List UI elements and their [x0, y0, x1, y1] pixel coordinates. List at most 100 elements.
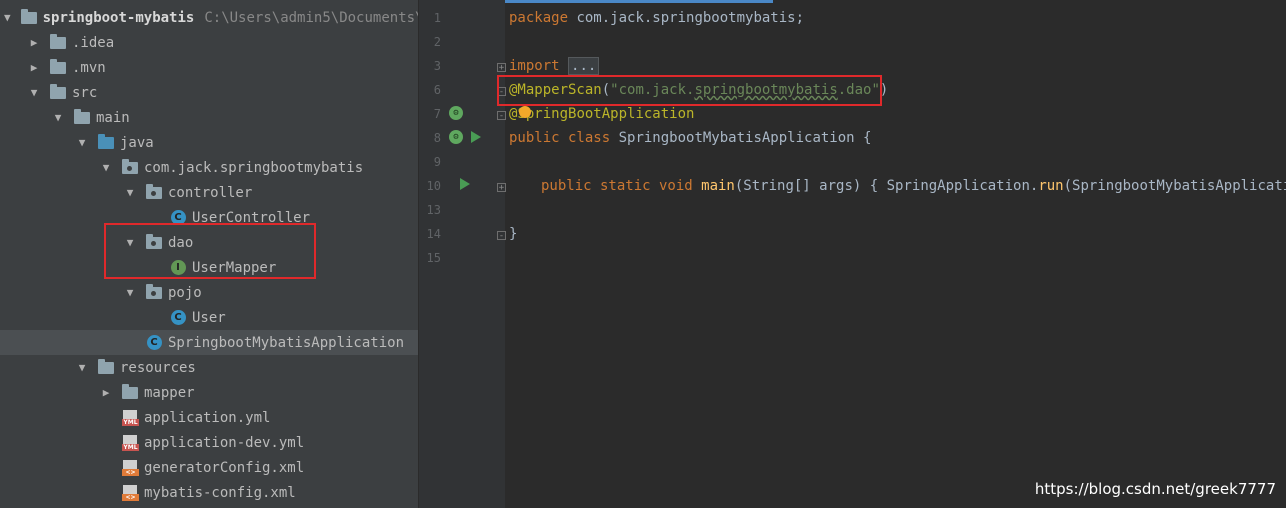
line-number: 6 [433, 83, 441, 97]
folder-icon [50, 33, 66, 51]
spring-bean-icon[interactable]: ⚙ [449, 106, 463, 120]
string-literal: "com.jack. [610, 82, 695, 98]
line-number: 15 [426, 251, 441, 265]
line-number: 14 [426, 227, 441, 241]
chevron-down-icon[interactable]: ▼ [100, 161, 112, 174]
xml-file-icon: <> [122, 484, 139, 501]
folder-icon [98, 358, 114, 376]
tree-item[interactable]: ▼ src [0, 80, 418, 105]
interface-icon: I [170, 260, 186, 276]
project-tree-panel: ▼ springboot-mybatis C:\Users\admin5\Doc… [0, 0, 418, 508]
project-path: C:\Users\admin5\Documents\ [204, 9, 418, 26]
keyword: public class [509, 130, 611, 146]
code-line-14[interactable]: } [509, 222, 517, 246]
chevron-right-icon[interactable]: ▶ [28, 36, 40, 49]
tree-item[interactable]: ▶ .mvn [0, 55, 418, 80]
chevron-down-icon[interactable]: ▼ [52, 111, 64, 124]
tree-item[interactable]: ▶IUserMapper [0, 255, 418, 280]
tree-item[interactable]: ▼ pojo [0, 280, 418, 305]
tree-item-label: mapper [144, 384, 195, 401]
tree-item[interactable]: ▶CSpringbootMybatisApplication [0, 330, 418, 355]
line-number: 3 [433, 59, 441, 73]
code-line-6[interactable]: @MapperScan("com.jack.springbootmybatis.… [509, 78, 888, 102]
tree-item-label: UserController [192, 209, 311, 226]
tree-item[interactable]: ▼ resources [0, 355, 418, 380]
string-literal: .dao" [837, 82, 880, 98]
yml-file-icon: YML [122, 434, 139, 451]
lightbulb-icon[interactable] [519, 106, 531, 118]
run-main-icon[interactable] [460, 178, 474, 192]
chevron-down-icon[interactable]: ▼ [124, 186, 136, 199]
tree-item-label: .idea [72, 34, 115, 51]
package-icon [122, 158, 138, 176]
folder-icon [74, 108, 90, 126]
tree-item[interactable]: ▼ controller [0, 180, 418, 205]
project-root-row[interactable]: ▼ springboot-mybatis C:\Users\admin5\Doc… [0, 5, 418, 30]
tree-item[interactable]: ▶ .idea [0, 30, 418, 55]
code-line-3[interactable]: import ... [509, 54, 600, 78]
tree-item-label: com.jack.springbootmybatis [144, 159, 364, 176]
tree-item[interactable]: ▼ java [0, 130, 418, 155]
brace: { [869, 178, 879, 194]
tree-item[interactable]: ▶CUser [0, 305, 418, 330]
project-folder-icon [20, 8, 37, 26]
call-target: SpringApplication. [878, 178, 1039, 194]
chevron-right-icon[interactable]: ▶ [28, 61, 40, 74]
tree-item-label: application-dev.yml [144, 434, 305, 451]
run-class-icon[interactable] [471, 131, 485, 145]
tree-item-label: java [120, 134, 154, 151]
keyword: import [509, 58, 560, 74]
tree-item-label: pojo [168, 284, 202, 301]
method-call: run [1038, 178, 1064, 194]
fold-marker-icon[interactable]: - [497, 111, 506, 121]
class-icon: C [170, 210, 186, 226]
tree-item[interactable]: ▼ com.jack.springbootmybatis [0, 155, 418, 180]
spring-bean-icon[interactable]: ⚙ [449, 130, 463, 144]
fold-marker-icon[interactable]: + [497, 63, 506, 73]
code-line-10[interactable]: public static void main(String[] args) {… [541, 174, 1286, 198]
code-editor[interactable]: 1 2 3 6 7 8 9 10 13 14 15 ⚙ ⚙ + - - + - package co… [419, 0, 1286, 508]
fold-marker-icon[interactable]: - [497, 87, 506, 97]
tree-item[interactable]: ▶CUserController [0, 205, 418, 230]
keyword: public static void [541, 178, 693, 194]
fold-marker-icon[interactable]: - [497, 231, 506, 241]
code-line-1[interactable]: package com.jack.springbootmybatis; [509, 6, 804, 30]
chevron-down-icon[interactable]: ▼ [4, 11, 11, 24]
chevron-down-icon[interactable]: ▼ [124, 286, 136, 299]
folder-icon [122, 383, 138, 401]
annotation: @MapperScan [509, 82, 602, 98]
tree-item[interactable]: ▶YMLapplication.yml [0, 405, 418, 430]
yml-file-icon: YML [122, 409, 139, 426]
class-icon: C [170, 310, 186, 326]
chevron-down-icon[interactable]: ▼ [76, 136, 88, 149]
fold-marker-icon[interactable]: + [497, 183, 506, 193]
tree-item[interactable]: ▼ main [0, 105, 418, 130]
line-number: 13 [426, 203, 441, 217]
chevron-right-icon[interactable]: ▶ [100, 386, 112, 399]
tree-item[interactable]: ▶ mapper [0, 380, 418, 405]
source-folder-icon [98, 133, 114, 151]
code-line-7[interactable]: @SpringBootApplication [509, 102, 694, 126]
params: (String[] args) [734, 178, 870, 194]
chevron-down-icon[interactable]: ▼ [28, 86, 40, 99]
folder-icon [50, 83, 66, 101]
method-name: main [692, 178, 735, 194]
package-icon [146, 233, 162, 251]
tree-item[interactable]: ▶<>mybatis-config.xml [0, 480, 418, 505]
folded-imports[interactable]: ... [568, 57, 600, 75]
paren: ( [601, 82, 611, 98]
tree-item[interactable]: ▼ dao [0, 230, 418, 255]
chevron-down-icon[interactable]: ▼ [124, 236, 136, 249]
line-number: 9 [433, 155, 441, 169]
tree-item[interactable]: ▶YMLapplication-dev.yml [0, 430, 418, 455]
tree-item-label: resources [120, 359, 196, 376]
tree-item-label: generatorConfig.xml [144, 459, 305, 476]
tree-item-label: dao [168, 234, 194, 251]
keyword: package [509, 10, 569, 26]
project-name: springboot-mybatis [42, 9, 195, 26]
package-icon [146, 283, 162, 301]
tree-item[interactable]: ▶<>generatorConfig.xml [0, 455, 418, 480]
code-line-8[interactable]: public class SpringbootMybatisApplicatio… [509, 126, 871, 150]
chevron-down-icon[interactable]: ▼ [76, 361, 88, 374]
line-number: 7 [433, 107, 441, 121]
